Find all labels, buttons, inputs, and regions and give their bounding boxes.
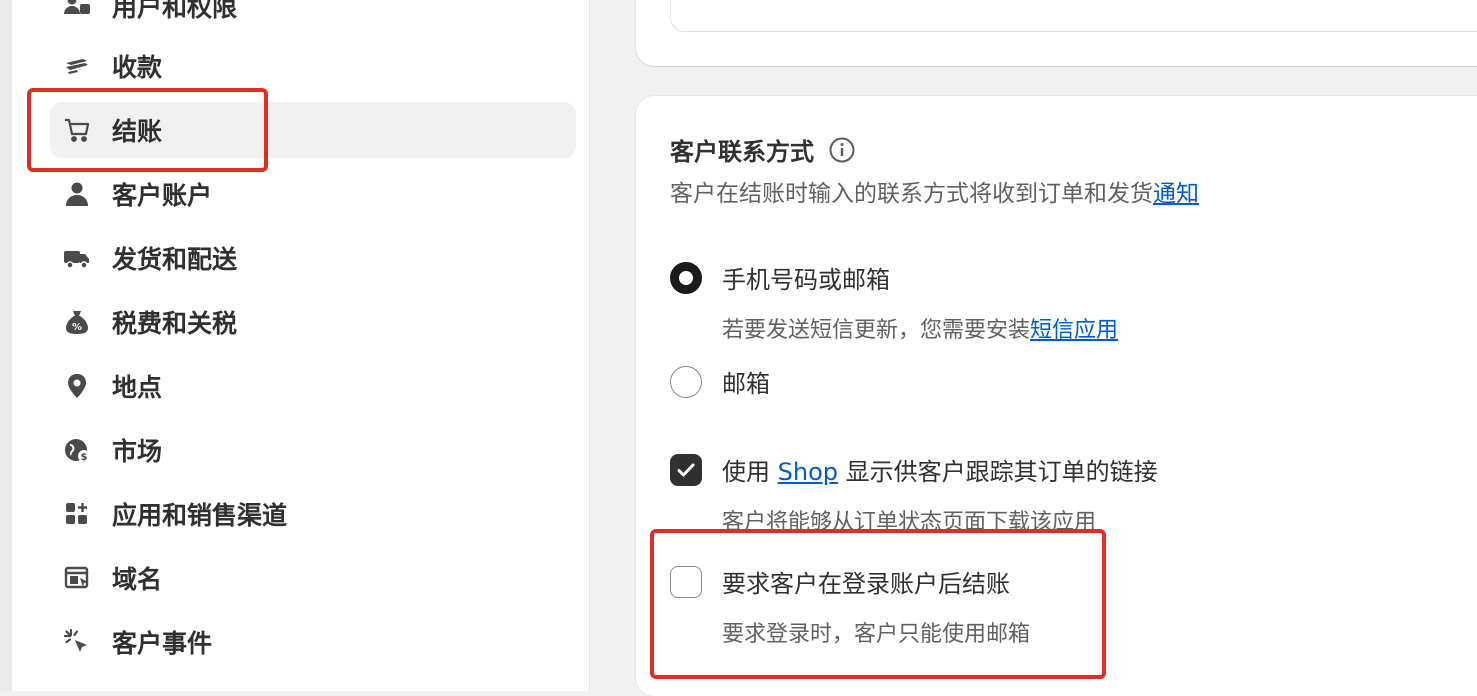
main-content: 客户联系方式 客户在结账时输入的联系方式将收到订单和发货通知 手机号码或邮箱 若… [590, 0, 1477, 696]
radio-option-email[interactable]: 邮箱 [670, 364, 770, 399]
radio-email[interactable] [670, 365, 702, 398]
sidebar-item-label: 用户和权限 [112, 0, 238, 22]
sidebar-item-label: 市场 [112, 437, 163, 466]
sidebar-item-label: 税费和关税 [112, 309, 238, 338]
sidebar-item-label: 域名 [112, 565, 163, 594]
radio-phone-or-email[interactable] [670, 261, 702, 294]
cart-icon [60, 113, 94, 147]
previous-card [636, 0, 1477, 66]
sidebar-item-checkout[interactable]: 结账 [50, 102, 576, 158]
section-description: 客户在结账时输入的联系方式将收到订单和发货通知 [670, 174, 1199, 208]
sidebar-item-payments[interactable]: 收款 [50, 38, 576, 94]
person-icon [60, 177, 94, 211]
checkbox-shop-link[interactable] [670, 453, 702, 486]
section-title: 客户联系方式 [670, 132, 856, 167]
sidebar-item-label: 发货和配送 [112, 245, 238, 274]
sidebar-item-locations[interactable]: 地点 [50, 358, 576, 414]
checkbox-require-login[interactable] [670, 565, 702, 598]
sidebar-panel: 用户和权限 收款 结账 客户账户 发货和配送 % 税费和关税 地点 $ 市场 应… [12, 0, 590, 691]
users-icon [60, 0, 94, 23]
location-pin-icon [60, 369, 94, 403]
sidebar-item-label: 地点 [112, 373, 163, 402]
domain-icon [60, 561, 94, 595]
sidebar-item-label: 客户账户 [112, 181, 213, 210]
shop-label-suffix: 显示供客户跟踪其订单的链接 [838, 458, 1158, 486]
globe-icon: $ [60, 433, 94, 467]
require-login-help: 要求登录时，客户只能使用邮箱 [722, 622, 1031, 647]
payment-icon [60, 49, 94, 83]
section-description-text: 客户在结账时输入的联系方式将收到订单和发货 [670, 181, 1153, 207]
checkbox-shop-link-label: 使用 Shop 显示供客户跟踪其订单的链接 [722, 452, 1158, 487]
sidebar-item-label: 客户事件 [112, 629, 213, 658]
phone-option-help-text: 若要发送短信更新，您需要安装 [722, 318, 1031, 343]
svg-text:%: % [72, 322, 82, 333]
shop-link[interactable]: Shop [778, 458, 838, 486]
phone-option-help: 若要发送短信更新，您需要安装短信应用 [722, 312, 1118, 344]
sidebar-item-customer-events[interactable]: 客户事件 [50, 614, 576, 670]
radio-email-label: 邮箱 [722, 370, 770, 398]
sidebar-item-label: 应用和销售渠道 [112, 501, 288, 530]
sidebar-item-users-permissions[interactable]: 用户和权限 [50, 0, 576, 34]
sms-app-link[interactable]: 短信应用 [1030, 318, 1118, 343]
apps-icon [60, 497, 94, 531]
sidebar-item-customer-accounts[interactable]: 客户账户 [50, 166, 576, 222]
sidebar-item-domains[interactable]: 域名 [50, 550, 576, 606]
truck-icon [60, 241, 94, 275]
radio-phone-or-email-label: 手机号码或邮箱 [722, 266, 890, 294]
checkbox-option-shop-link[interactable]: 使用 Shop 显示供客户跟踪其订单的链接 [670, 452, 1158, 487]
notifications-link[interactable]: 通知 [1153, 181, 1199, 207]
checkmark-icon [677, 463, 695, 476]
section-title-text: 客户联系方式 [670, 138, 814, 166]
sidebar-item-shipping[interactable]: 发货和配送 [50, 230, 576, 286]
shop-option-help: 客户将能够从订单状态页面下载该应用 [722, 510, 1097, 535]
sidebar-item-taxes-duties[interactable]: % 税费和关税 [50, 294, 576, 350]
sidebar-item-markets[interactable]: $ 市场 [50, 422, 576, 478]
sidebar-item-label: 结账 [112, 117, 163, 146]
settings-sidebar: 用户和权限 收款 结账 客户账户 发货和配送 % 税费和关税 地点 $ 市场 应… [0, 0, 590, 691]
checkbox-option-require-login[interactable]: 要求客户在登录账户后结账 [670, 564, 1010, 599]
previous-card-inner [670, 0, 1477, 32]
customer-contact-card: 客户联系方式 客户在结账时输入的联系方式将收到订单和发货通知 手机号码或邮箱 若… [636, 96, 1477, 696]
sidebar-item-label: 收款 [112, 53, 163, 82]
cursor-click-icon [60, 625, 94, 659]
info-icon[interactable] [828, 136, 856, 164]
sidebar-item-apps-sales-channels[interactable]: 应用和销售渠道 [50, 486, 576, 542]
checkbox-require-login-label: 要求客户在登录账户后结账 [722, 570, 1010, 598]
radio-option-phone-or-email[interactable]: 手机号码或邮箱 [670, 260, 890, 295]
svg-text:$: $ [81, 452, 88, 463]
tax-bag-icon: % [60, 305, 94, 339]
shop-label-prefix: 使用 [722, 458, 778, 486]
